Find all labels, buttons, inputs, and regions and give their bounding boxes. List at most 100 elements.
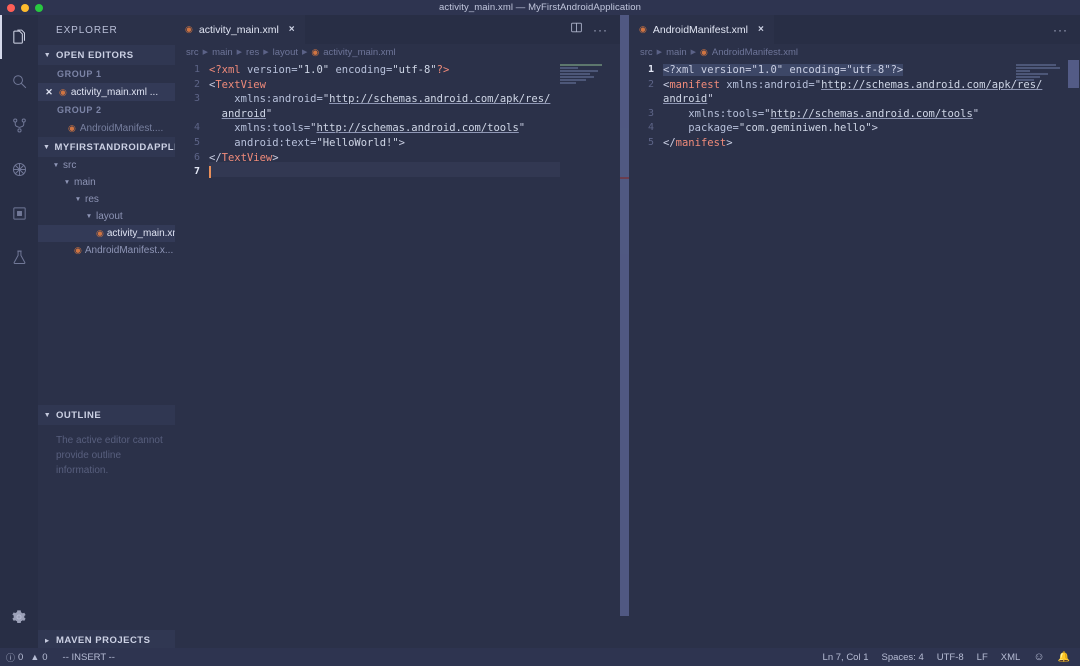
status-language-mode[interactable]: XML — [1001, 652, 1021, 663]
chevron-right-icon: ▶ — [656, 49, 663, 56]
breadcrumb-item[interactable]: main — [666, 47, 687, 58]
status-encoding[interactable]: UTF-8 — [937, 652, 964, 663]
section-open-editors[interactable]: ▼ OPEN EDITORS — [38, 45, 175, 65]
breadcrumb-item[interactable]: res — [246, 47, 259, 58]
xml-file-icon: ◉ — [700, 46, 708, 57]
status-indentation[interactable]: Spaces: 4 — [882, 652, 924, 663]
close-icon[interactable]: ✕ — [43, 87, 55, 98]
code-text: android:text="HelloWorld!"> — [209, 137, 405, 149]
extensions-icon[interactable] — [0, 191, 38, 235]
code-line[interactable]: android" — [175, 108, 620, 123]
search-icon[interactable] — [0, 59, 38, 103]
line-number: 4 — [647, 122, 654, 134]
section-project-root[interactable]: ▼ MYFIRSTANDROIDAPPLI... — [38, 137, 186, 157]
tab-bar-right: ◉ AndroidManifest.xml × ··· — [629, 15, 1080, 44]
title-bar: activity_main.xml — MyFirstAndroidApplic… — [0, 0, 1080, 15]
token-attr: encoding= — [335, 64, 393, 76]
breadcrumb-item[interactable]: activity_main.xml — [323, 47, 395, 58]
vertical-scrollbar-right[interactable] — [1067, 60, 1080, 648]
chevron-right-icon: ▶ — [690, 49, 697, 56]
breadcrumb-item[interactable]: src — [186, 47, 199, 58]
open-editors-label: OPEN EDITORS — [56, 49, 134, 61]
code-line[interactable]: 3 xmlns:android="http://schemas.android.… — [175, 93, 620, 108]
breadcrumb-item[interactable]: src — [640, 47, 653, 58]
tree-item-android-manifest-xml[interactable]: ◉ AndroidManifest.x... — [38, 242, 175, 259]
source-control-icon[interactable] — [0, 103, 38, 147]
minimap-left[interactable] — [560, 64, 606, 648]
code-line[interactable]: 4 package="com.geminiwen.hello"> — [629, 122, 1080, 137]
status-error-count[interactable]: ⓘ 0 ▲ 0 — [6, 651, 48, 664]
code-line[interactable]: 6 </TextView> — [175, 152, 620, 167]
open-editor-activity-main[interactable]: ✕ ◉ activity_main.xml ... — [38, 83, 175, 101]
tree-item-src[interactable]: ▼ src — [38, 157, 175, 174]
code-text: android" — [209, 108, 273, 120]
code-line[interactable]: 4 xmlns:tools= "http://schemas.android.co… — [175, 122, 620, 137]
tree-item-layout[interactable]: ▼ layout — [38, 208, 175, 225]
tree-item-activity-main-xml[interactable]: ◉ activity_main.xml — [38, 225, 175, 242]
status-eol[interactable]: LF — [977, 652, 988, 663]
status-cursor-position[interactable]: Ln 7, Col 1 — [823, 652, 869, 663]
open-editors-group-2-label: GROUP 2 — [57, 105, 102, 115]
tab-activity-main-xml[interactable]: ◉ activity_main.xml × — [175, 15, 305, 44]
line-number: 3 — [647, 107, 654, 119]
code-line[interactable]: 7 — [175, 166, 620, 181]
tree-item-main[interactable]: ▼ main — [38, 174, 175, 191]
tree-item-label: main — [74, 177, 96, 188]
editor-actions-left: ··· — [570, 15, 620, 44]
gear-icon[interactable] — [0, 598, 38, 636]
chevron-down-icon: ▼ — [43, 51, 52, 59]
token-url: http://schemas.android.com/apk/res/ — [821, 78, 1043, 91]
code-line[interactable]: 5 android:text="HelloWorld!"> — [175, 137, 620, 152]
code-editor-left[interactable]: 1 <?xml version="1.0" encoding="utf-8"?> 2… — [175, 60, 620, 648]
notifications-bell-icon[interactable]: 🔔 — [1058, 652, 1070, 663]
code-text: xmlns:tools= "http://schemas.android.com/… — [209, 122, 525, 134]
token-attr: xmlns:tools= — [234, 122, 311, 135]
more-actions-icon[interactable]: ··· — [1053, 23, 1068, 37]
explorer-icon[interactable] — [0, 15, 38, 59]
token-attr: android:text= — [234, 136, 317, 149]
close-icon[interactable]: × — [758, 24, 764, 35]
breadcrumb-right: src ▶ main ▶ ◉ AndroidManifest.xml — [629, 44, 1080, 60]
token-pi: <?xml — [209, 64, 247, 76]
code-text: android" — [663, 93, 714, 105]
token-url: android — [663, 93, 708, 106]
code-editor-right[interactable]: 1 <?xml version="1.0" encoding="utf-8"?> 2… — [629, 60, 1080, 648]
breadcrumb-item[interactable]: AndroidManifest.xml — [712, 47, 798, 58]
editor-split-drag-handle[interactable] — [620, 15, 629, 616]
more-actions-icon[interactable]: ··· — [593, 23, 608, 37]
token-str: "HelloWorld!" — [316, 136, 399, 149]
section-outline[interactable]: ▼ OUTLINE — [38, 405, 175, 425]
chevron-down-icon: ▼ — [43, 143, 51, 151]
code-line[interactable]: 3 xmlns:tools= "http://schemas.android.co… — [629, 108, 1080, 123]
sidebar-title: EXPLORER — [56, 24, 118, 36]
open-editor-android-manifest[interactable]: ◉ AndroidManifest.... — [38, 119, 175, 137]
token-punct: </ — [209, 151, 222, 164]
split-editor-icon[interactable] — [570, 21, 583, 39]
code-line[interactable]: 1 <?xml version="1.0" encoding="utf-8"?> — [175, 64, 620, 79]
breadcrumb-left: src ▶ main ▶ res ▶ layout ▶ ◉ activity_m… — [175, 44, 620, 60]
debug-icon[interactable] — [0, 147, 38, 191]
section-maven-projects[interactable]: ▼ MAVEN PROJECTS — [38, 630, 175, 650]
line-number: 3 — [193, 93, 200, 105]
tree-item-res[interactable]: ▼ res — [38, 191, 175, 208]
code-line[interactable]: 1 <?xml version="1.0" encoding="utf-8"?> — [629, 64, 1080, 79]
token-attr: version= — [246, 64, 298, 76]
token-punct: > — [272, 151, 279, 164]
code-line[interactable]: 2 <TextView — [175, 79, 620, 94]
testing-flask-icon[interactable] — [0, 235, 38, 279]
feedback-smiley-icon[interactable]: ☺ — [1033, 651, 1044, 663]
code-line[interactable]: android" — [629, 93, 1080, 108]
editor-group-right: ◉ AndroidManifest.xml × ··· src ▶ main ▶… — [629, 15, 1080, 648]
close-icon[interactable]: × — [289, 24, 295, 35]
code-text: <?xml version="1.0" encoding="utf-8"?> — [663, 64, 904, 76]
code-line[interactable]: 2 <manifest xmlns:android="http://schemas… — [629, 79, 1080, 94]
breadcrumb-item[interactable]: main — [212, 47, 233, 58]
tab-android-manifest-xml[interactable]: ◉ AndroidManifest.xml × — [629, 15, 774, 44]
token-str: "utf-8" — [392, 64, 437, 76]
code-line[interactable]: 5 </manifest> — [629, 137, 1080, 152]
breadcrumb-item[interactable]: layout — [273, 47, 298, 58]
token-tag: TextView — [215, 78, 266, 91]
xml-file-icon: ◉ — [185, 24, 193, 34]
line-number: 5 — [647, 136, 654, 148]
minimap-right[interactable] — [1016, 64, 1062, 648]
